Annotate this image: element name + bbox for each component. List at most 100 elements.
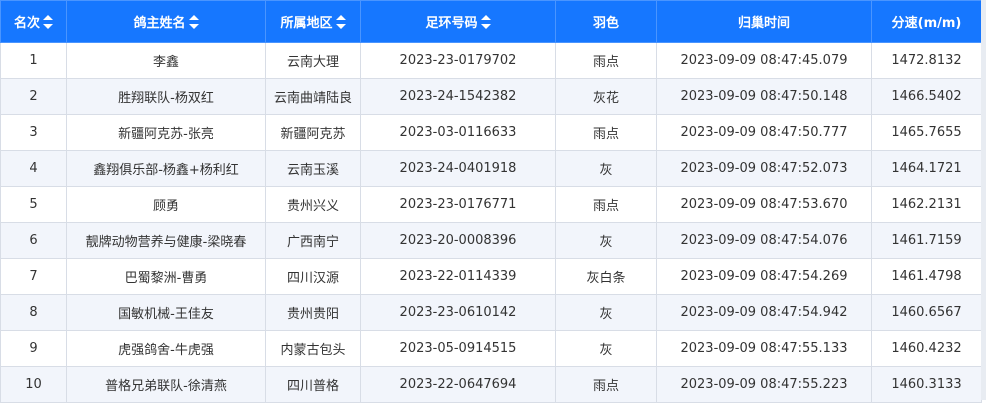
cell-ring-number: 2023-22-0647694 xyxy=(360,366,556,403)
cell-feather-color: 灰 xyxy=(555,222,657,259)
cell-feather-color: 雨点 xyxy=(555,114,657,151)
cell-speed: 1460.6567 xyxy=(871,294,982,331)
cell-rank: 6 xyxy=(0,222,67,259)
cell-feather-color: 雨点 xyxy=(555,186,657,223)
table-row: 10 普格兄弟联队-徐清燕 四川普格 2023-22-0647694 雨点 2023-09… xyxy=(0,366,982,403)
cell-owner-name: 国敏机械-王佳友 xyxy=(66,294,266,331)
table-body: 1 李鑫 云南大理 2023-23-0179702 雨点 2023-09-09 08:47… xyxy=(0,42,982,403)
cell-region: 广西南宁 xyxy=(265,222,361,259)
table-row: 7 巴蜀黎洲-曹勇 四川汉源 2023-22-0114339 灰白条 2023-09-09… xyxy=(0,258,982,295)
column-header-label: 名次 xyxy=(13,16,40,31)
cell-speed: 1462.2131 xyxy=(871,186,982,223)
cell-feather-color: 灰白条 xyxy=(555,258,657,295)
cell-return-time: 2023-09-09 08:47:55.223 xyxy=(656,366,872,403)
scrollbar-track[interactable] xyxy=(981,0,986,400)
column-header-rank[interactable]: 名次 xyxy=(0,0,67,43)
cell-rank: 3 xyxy=(0,114,67,151)
table-row: 8 国敏机械-王佳友 贵州贵阳 2023-23-0610142 灰 2023-09-09 … xyxy=(0,294,982,331)
column-header-region[interactable]: 所属地区 xyxy=(265,0,361,43)
cell-region: 新疆阿克苏 xyxy=(265,114,361,151)
table-row: 4 鑫翔俱乐部-杨鑫+杨利红 云南玉溪 2023-24-0401918 灰 2023-09… xyxy=(0,150,982,187)
cell-region: 云南玉溪 xyxy=(265,150,361,187)
cell-speed: 1460.3133 xyxy=(871,366,982,403)
table-row: 1 李鑫 云南大理 2023-23-0179702 雨点 2023-09-09 08:47… xyxy=(0,42,982,79)
cell-owner-name: 靓牌动物营养与健康-梁晓春 xyxy=(66,222,266,259)
cell-return-time: 2023-09-09 08:47:54.076 xyxy=(656,222,872,259)
cell-rank: 9 xyxy=(0,330,67,367)
column-header-label: 羽色 xyxy=(592,16,619,31)
cell-feather-color: 灰 xyxy=(555,294,657,331)
column-header-label: 归巢时间 xyxy=(737,16,790,31)
cell-region: 四川汉源 xyxy=(265,258,361,295)
column-header-feather-color: 羽色 xyxy=(555,0,657,43)
cell-owner-name: 李鑫 xyxy=(66,42,266,79)
cell-feather-color: 雨点 xyxy=(555,42,657,79)
cell-region: 云南曲靖陆良 xyxy=(265,78,361,115)
cell-return-time: 2023-09-09 08:47:50.777 xyxy=(656,114,872,151)
cell-feather-color: 灰 xyxy=(555,150,657,187)
cell-region: 贵州贵阳 xyxy=(265,294,361,331)
cell-ring-number: 2023-23-0176771 xyxy=(360,186,556,223)
column-header-return-time: 归巢时间 xyxy=(656,0,872,43)
cell-owner-name: 普格兄弟联队-徐清燕 xyxy=(66,366,266,403)
table-row: 2 胜翔联队-杨双红 云南曲靖陆良 2023-24-1542382 灰花 2023-09-… xyxy=(0,78,982,115)
cell-return-time: 2023-09-09 08:47:54.269 xyxy=(656,258,872,295)
sort-icon[interactable] xyxy=(480,15,491,29)
cell-region: 四川普格 xyxy=(265,366,361,403)
cell-owner-name: 鑫翔俱乐部-杨鑫+杨利红 xyxy=(66,150,266,187)
cell-feather-color: 灰花 xyxy=(555,78,657,115)
cell-ring-number: 2023-23-0610142 xyxy=(360,294,556,331)
cell-speed: 1466.5402 xyxy=(871,78,982,115)
cell-speed: 1472.8132 xyxy=(871,42,982,79)
column-header-owner-name[interactable]: 鸽主姓名 xyxy=(66,0,266,43)
cell-return-time: 2023-09-09 08:47:53.670 xyxy=(656,186,872,223)
cell-ring-number: 2023-22-0114339 xyxy=(360,258,556,295)
cell-rank: 4 xyxy=(0,150,67,187)
cell-rank: 1 xyxy=(0,42,67,79)
cell-rank: 10 xyxy=(0,366,67,403)
cell-ring-number: 2023-24-1542382 xyxy=(360,78,556,115)
cell-owner-name: 虎强鸽舍-牛虎强 xyxy=(66,330,266,367)
cell-feather-color: 灰 xyxy=(555,330,657,367)
cell-speed: 1460.4232 xyxy=(871,330,982,367)
cell-speed: 1461.4798 xyxy=(871,258,982,295)
column-header-ring-number[interactable]: 足环号码 xyxy=(360,0,556,43)
cell-return-time: 2023-09-09 08:47:50.148 xyxy=(656,78,872,115)
table-header-row: 名次 鸽主姓名 所属地区 足环号码 羽色 归巢时间 分速(m/m) xyxy=(0,0,982,43)
cell-return-time: 2023-09-09 08:47:54.942 xyxy=(656,294,872,331)
cell-return-time: 2023-09-09 08:47:52.073 xyxy=(656,150,872,187)
cell-region: 云南大理 xyxy=(265,42,361,79)
cell-speed: 1461.7159 xyxy=(871,222,982,259)
cell-rank: 8 xyxy=(0,294,67,331)
cell-owner-name: 巴蜀黎洲-曹勇 xyxy=(66,258,266,295)
cell-return-time: 2023-09-09 08:47:45.079 xyxy=(656,42,872,79)
sort-icon[interactable] xyxy=(43,15,53,29)
sort-icon[interactable] xyxy=(335,15,346,29)
cell-ring-number: 2023-20-0008396 xyxy=(360,222,556,259)
cell-owner-name: 顾勇 xyxy=(66,186,266,223)
cell-owner-name: 新疆阿克苏-张亮 xyxy=(66,114,266,151)
column-header-label: 分速(m/m) xyxy=(891,16,962,31)
cell-ring-number: 2023-03-0116633 xyxy=(360,114,556,151)
results-page: 名次 鸽主姓名 所属地区 足环号码 羽色 归巢时间 分速(m/m) 1 李鑫 云南大理 2023-… xyxy=(0,0,986,403)
sort-icon[interactable] xyxy=(188,15,199,29)
cell-ring-number: 2023-23-0179702 xyxy=(360,42,556,79)
column-header-label: 鸽主姓名 xyxy=(133,16,186,31)
cell-rank: 5 xyxy=(0,186,67,223)
cell-feather-color: 雨点 xyxy=(555,366,657,403)
cell-return-time: 2023-09-09 08:47:55.133 xyxy=(656,330,872,367)
cell-owner-name: 胜翔联队-杨双红 xyxy=(66,78,266,115)
cell-speed: 1464.1721 xyxy=(871,150,982,187)
cell-ring-number: 2023-24-0401918 xyxy=(360,150,556,187)
table-row: 3 新疆阿克苏-张亮 新疆阿克苏 2023-03-0116633 雨点 2023-09-0… xyxy=(0,114,982,151)
race-results-table: 名次 鸽主姓名 所属地区 足环号码 羽色 归巢时间 分速(m/m) 1 李鑫 云南大理 2023-… xyxy=(0,0,982,403)
cell-speed: 1465.7655 xyxy=(871,114,982,151)
table-row: 6 靓牌动物营养与健康-梁晓春 广西南宁 2023-20-0008396 灰 2023-0… xyxy=(0,222,982,259)
table-row: 9 虎强鸽舍-牛虎强 内蒙古包头 2023-05-0914515 灰 2023-09-09… xyxy=(0,330,982,367)
cell-rank: 2 xyxy=(0,78,67,115)
cell-region: 内蒙古包头 xyxy=(265,330,361,367)
cell-rank: 7 xyxy=(0,258,67,295)
table-row: 5 顾勇 贵州兴义 2023-23-0176771 雨点 2023-09-09 08:47… xyxy=(0,186,982,223)
cell-ring-number: 2023-05-0914515 xyxy=(360,330,556,367)
cell-region: 贵州兴义 xyxy=(265,186,361,223)
